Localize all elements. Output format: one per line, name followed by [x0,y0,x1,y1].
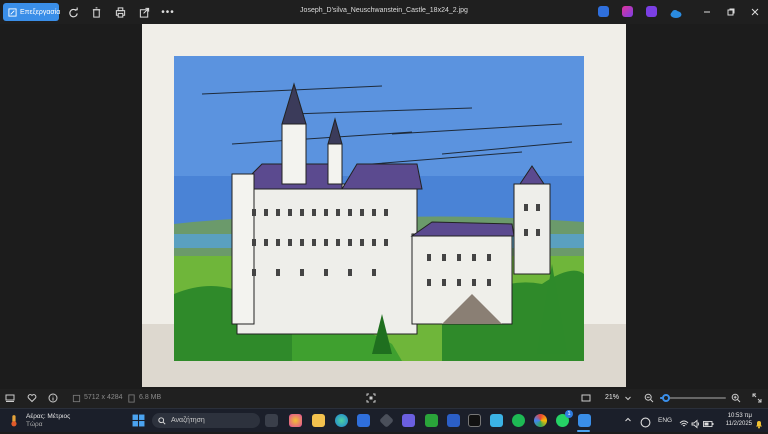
affinity-icon[interactable] [402,414,415,427]
copilot-icon[interactable] [646,6,657,17]
start-button[interactable] [132,414,145,427]
file-size-icon [125,392,137,404]
copilot-taskbar-icon[interactable] [289,414,302,427]
filmstrip-icon[interactable] [4,392,16,404]
file-size: 6.8 MB [139,394,162,401]
windows-icon [132,414,145,427]
castle-painting-image [142,24,626,387]
spotify-icon[interactable] [512,414,525,427]
zoom-slider[interactable] [660,394,726,402]
full-screen-icon[interactable] [751,392,763,404]
minimize-icon [704,11,710,13]
restore-icon [727,8,735,16]
word-icon[interactable] [447,414,460,427]
info-icon[interactable] [47,392,59,404]
search-placeholder: Αναζήτηση [171,417,205,424]
store-icon[interactable] [357,414,370,427]
app-cube-icon[interactable] [379,413,394,428]
dimensions-icon [70,392,82,404]
weather-title: Αέρας: Μέτριος [26,413,71,420]
notification-bell-icon[interactable] [754,416,764,429]
zoom-dropdown-chevron-icon[interactable] [622,392,634,404]
onedrive-icon[interactable] [670,6,682,18]
zoom-slider-thumb[interactable] [661,394,670,402]
minimize-button[interactable] [698,3,716,21]
zoom-in-icon[interactable] [730,392,742,404]
fit-to-screen-icon[interactable] [365,392,377,404]
whatsapp-icon[interactable]: 1 [556,410,573,427]
clock-time: 10:53 πμ [727,413,752,419]
snipping-tool-icon[interactable] [490,414,503,427]
close-button[interactable] [746,3,764,21]
photo [142,24,626,387]
edge-icon[interactable] [335,414,348,427]
task-view-icon[interactable] [265,414,278,427]
zoom-out-icon[interactable] [643,392,655,404]
show-hidden-icons-chevron-icon[interactable] [624,416,632,426]
weather-icon[interactable] [8,414,21,427]
whatsapp-badge: 1 [565,410,573,418]
file-explorer-icon[interactable] [312,414,325,427]
volume-icon[interactable] [691,416,701,429]
chrome-icon[interactable] [534,414,547,427]
favorite-heart-icon[interactable] [26,392,38,404]
battery-icon[interactable] [703,416,714,427]
taskbar: Αέρας: Μέτριος Τώρα Αναζήτηση 1 ENG 10:5… [0,408,768,432]
wifi-icon[interactable] [679,416,689,427]
input-language[interactable]: ENG [658,417,672,424]
status-bar: 5712 x 4284 6.8 MB 21% [0,389,768,408]
taskbar-search[interactable]: Αναζήτηση [152,413,260,428]
weather-subtitle: Τώρα [26,421,43,428]
clock[interactable]: 10:53 πμ 11/2/2025 [718,412,752,428]
clock-date: 11/2/2025 [725,421,752,427]
title-bar: Επεξεργασία ••• Joseph_D'silva_Neuschwan… [0,0,768,24]
zoom-level[interactable]: 21% [605,394,619,401]
network-status-icon[interactable] [640,415,651,428]
image-dimensions: 5712 x 4284 [84,394,123,401]
clipchamp-icon[interactable] [622,6,633,17]
close-icon [751,8,759,16]
actual-size-icon[interactable] [580,392,592,404]
media-player-icon[interactable] [468,414,481,427]
xbox-icon[interactable] [425,414,438,427]
photos-app-icon[interactable] [578,414,591,427]
designer-icon[interactable] [598,6,609,17]
weather-widget[interactable]: Αέρας: Μέτριος Τώρα [26,413,70,429]
search-icon [158,416,166,425]
image-viewer-canvas[interactable] [0,24,768,389]
maximize-button[interactable] [722,3,740,21]
